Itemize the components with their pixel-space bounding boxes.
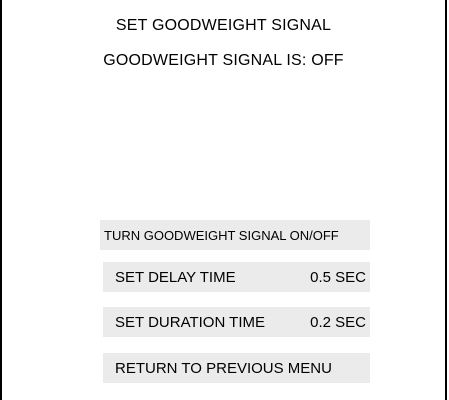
return-to-previous-menu-button[interactable]: RETURN TO PREVIOUS MENU xyxy=(103,353,370,383)
delay-time-value: 0.5 SEC xyxy=(310,268,366,286)
goodweight-signal-screen: SET GOODWEIGHT SIGNAL GOODWEIGHT SIGNAL … xyxy=(0,0,447,400)
return-label: RETURN TO PREVIOUS MENU xyxy=(115,359,332,377)
duration-time-value: 0.2 SEC xyxy=(310,313,366,331)
delay-time-label: SET DELAY TIME xyxy=(115,268,236,286)
set-duration-time-button[interactable]: SET DURATION TIME 0.2 SEC xyxy=(103,307,370,337)
toggle-signal-button[interactable]: TURN GOODWEIGHT SIGNAL ON/OFF xyxy=(100,220,370,250)
toggle-signal-label: TURN GOODWEIGHT SIGNAL ON/OFF xyxy=(104,227,339,243)
page-title: SET GOODWEIGHT SIGNAL xyxy=(115,17,332,34)
signal-status-text: GOODWEIGHT SIGNAL IS: OFF xyxy=(103,52,344,69)
duration-time-label: SET DURATION TIME xyxy=(115,313,266,331)
set-delay-time-button[interactable]: SET DELAY TIME 0.5 SEC xyxy=(103,262,370,292)
